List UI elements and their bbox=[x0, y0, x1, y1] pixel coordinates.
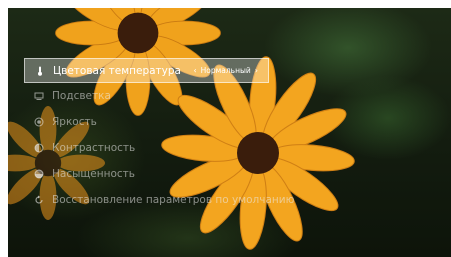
menu-item-label: Яркость bbox=[52, 115, 97, 128]
menu-item-label: Цветовая температура bbox=[53, 64, 181, 77]
backlight-icon bbox=[33, 90, 44, 101]
brightness-icon bbox=[33, 116, 44, 127]
menu-item-label: Подсветка bbox=[52, 89, 111, 102]
picture-settings-menu: Цветовая температура ‹ Нормальный › Подс… bbox=[24, 58, 294, 220]
menu-item-reset-defaults[interactable]: Восстановление параметров по умолчанию bbox=[24, 187, 294, 212]
color-temperature-selector[interactable]: ‹ Нормальный › bbox=[189, 59, 262, 82]
menu-item-backlight[interactable]: Подсветка bbox=[24, 83, 269, 108]
menu-item-color-temperature[interactable]: Цветовая температура ‹ Нормальный › bbox=[24, 58, 269, 83]
menu-item-brightness[interactable]: Яркость bbox=[24, 109, 269, 134]
menu-item-saturation[interactable]: Насыщенность bbox=[24, 161, 269, 186]
reset-icon bbox=[33, 194, 44, 205]
contrast-icon bbox=[33, 142, 44, 153]
tv-screen: Цветовая температура ‹ Нормальный › Подс… bbox=[8, 8, 451, 257]
previous-option-arrow[interactable]: ‹ bbox=[189, 66, 200, 75]
thermometer-icon bbox=[34, 65, 45, 76]
saturation-icon bbox=[33, 168, 44, 179]
menu-item-label: Контрастность bbox=[52, 141, 136, 154]
menu-item-label: Восстановление параметров по умолчанию bbox=[52, 193, 295, 206]
menu-item-label: Насыщенность bbox=[52, 167, 135, 180]
menu-item-contrast[interactable]: Контрастность bbox=[24, 135, 269, 160]
next-option-arrow[interactable]: › bbox=[251, 66, 262, 75]
color-temperature-value: Нормальный bbox=[200, 66, 251, 75]
